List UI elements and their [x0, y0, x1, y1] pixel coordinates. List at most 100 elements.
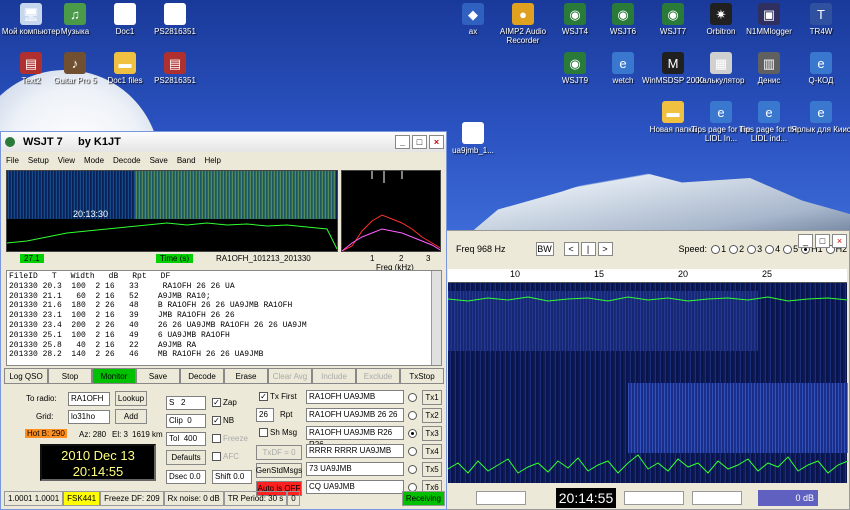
- shift-field[interactable]: Shift 0.0: [212, 470, 252, 484]
- exclude-button[interactable]: Exclude: [356, 368, 400, 384]
- log-row[interactable]: 201330 25.1 100 2 16 49 6 UA9JMB RA1OFH: [9, 331, 439, 341]
- add-button[interactable]: Add: [115, 409, 147, 424]
- folder-icon: ▬: [662, 101, 684, 123]
- tx-radio[interactable]: [408, 429, 417, 438]
- status-field: TR Period: 30 s: [223, 491, 288, 506]
- bw-button[interactable]: BW: [535, 242, 554, 256]
- txstop-button[interactable]: TxStop: [400, 368, 444, 384]
- tx-message-input[interactable]: RA1OFH UA9JMB: [306, 390, 404, 404]
- maximize-button[interactable]: □: [815, 234, 830, 248]
- minimize-button[interactable]: _: [798, 234, 813, 248]
- include-button[interactable]: Include: [312, 368, 356, 384]
- genstdmsgs-button[interactable]: GenStdMsgs: [256, 463, 302, 478]
- close-button[interactable]: ×: [832, 234, 847, 248]
- tx-button[interactable]: Tx2: [422, 408, 442, 423]
- zap-checkbox[interactable]: ✓ Zap: [212, 398, 237, 407]
- tx-button[interactable]: Tx1: [422, 390, 442, 405]
- txfirst-checkbox[interactable]: ✓ Tx First: [259, 392, 297, 401]
- menu-band[interactable]: Band: [177, 156, 196, 165]
- slider-track[interactable]: [692, 491, 742, 505]
- clear-avg-button[interactable]: Clear Avg: [268, 368, 312, 384]
- tx-button[interactable]: Tx3: [422, 426, 442, 441]
- menu-view[interactable]: View: [58, 156, 75, 165]
- spectrum-graph[interactable]: 20:13:30: [6, 170, 338, 252]
- freeze-checkbox[interactable]: Freeze: [212, 434, 248, 443]
- menu-help[interactable]: Help: [205, 156, 221, 165]
- speed-option[interactable]: 2: [729, 244, 744, 254]
- nav-next-button[interactable]: >: [597, 242, 613, 256]
- menu-mode[interactable]: Mode: [84, 156, 104, 165]
- desktop-icon[interactable]: T TR4W: [782, 3, 850, 36]
- desktop-icon[interactable]: ▦ PS2816351: [136, 3, 214, 36]
- txdf-button[interactable]: TxDF = 0: [256, 445, 302, 460]
- stop-button[interactable]: Stop: [48, 368, 92, 384]
- to-radio-input[interactable]: RA1OFH: [68, 392, 110, 406]
- menu-save[interactable]: Save: [150, 156, 168, 165]
- shmsg-checkbox[interactable]: Sh Msg: [259, 428, 297, 437]
- tx-radio[interactable]: [408, 447, 417, 456]
- freq-graph[interactable]: [341, 170, 441, 252]
- menu-decode[interactable]: Decode: [113, 156, 141, 165]
- rpt-input[interactable]: 26: [256, 408, 274, 422]
- log-row[interactable]: 201330 28.2 140 2 26 46 MB RA1OFH 26 26 …: [9, 350, 439, 360]
- log-row[interactable]: 201330 21.1 60 2 16 52 A9JMB RA10;: [9, 292, 439, 302]
- desktop-icon[interactable]: e Ярлык для Киис: [782, 101, 850, 134]
- tol-spinner[interactable]: Tol 400: [166, 432, 206, 446]
- clip-spinner[interactable]: Clip 0: [166, 414, 206, 428]
- lookup-button[interactable]: Lookup: [115, 391, 147, 406]
- slider-track[interactable]: [476, 491, 526, 505]
- menu-setup[interactable]: Setup: [28, 156, 49, 165]
- log-scrollbar[interactable]: [431, 271, 441, 365]
- maximize-button[interactable]: □: [412, 135, 427, 149]
- decoded-text-log[interactable]: FileID T Width dB Rpt DF 201330 20.3 100…: [6, 270, 442, 366]
- waterfall-display[interactable]: [448, 283, 849, 483]
- speed-option[interactable]: 1: [711, 244, 726, 254]
- tx-radio[interactable]: [408, 465, 417, 474]
- speed-radio[interactable]: [729, 244, 739, 254]
- tx-message-input[interactable]: 73 UA9JMB: [306, 462, 404, 476]
- grid-input[interactable]: lo31ho: [68, 410, 110, 424]
- tx-message-input[interactable]: RRRR RRRR UA9JMB: [306, 444, 404, 458]
- erase-button[interactable]: Erase: [224, 368, 268, 384]
- tx-message-input[interactable]: RA1OFH UA9JMB 26 26: [306, 408, 404, 422]
- afc-checkbox[interactable]: AFC: [212, 452, 239, 461]
- menu-file[interactable]: File: [6, 156, 19, 165]
- speed-radio[interactable]: [765, 244, 775, 254]
- desktop-icon[interactable]: ▤ PS2816351: [136, 52, 214, 85]
- speed-option[interactable]: 4: [765, 244, 780, 254]
- decode-button[interactable]: Decode: [180, 368, 224, 384]
- speed-radio[interactable]: [711, 244, 721, 254]
- guitar-icon: ♪: [64, 52, 86, 74]
- dsec-field[interactable]: Dsec 0.0: [166, 470, 206, 484]
- defaults-button[interactable]: Defaults: [166, 450, 206, 465]
- nav-prev-button[interactable]: <: [563, 242, 579, 256]
- log-qso-button[interactable]: Log QSO: [4, 368, 48, 384]
- log-row[interactable]: 201330 23.4 200 2 26 40 26 26 UA9JMB RA1…: [9, 321, 439, 331]
- s-spinner[interactable]: S 2: [166, 396, 206, 410]
- tx-message-input[interactable]: RA1OFH UA9JMB R26 R26: [306, 426, 404, 449]
- title-bar[interactable]: WSJT 7 by K1JT _ □ ×: [1, 132, 446, 152]
- tx-radio[interactable]: [408, 411, 417, 420]
- nb-checkbox[interactable]: ✓ NB: [212, 416, 234, 425]
- speed-option[interactable]: 3: [747, 244, 762, 254]
- log-row[interactable]: 201330 20.3 100 2 16 33 RA1OFH 26 26 UA: [9, 282, 439, 292]
- nav-mid-button[interactable]: |: [580, 242, 596, 256]
- freq-tick: 1: [370, 254, 375, 263]
- log-row[interactable]: 201330 23.1 100 2 16 39 JMB RA1OFH 26 26: [9, 311, 439, 321]
- word-doc-icon: W: [114, 3, 136, 25]
- monitor-button[interactable]: Monitor: [92, 368, 136, 384]
- music-icon: ♫: [64, 3, 86, 25]
- tx-radio[interactable]: [408, 393, 417, 402]
- minimize-button[interactable]: _: [395, 135, 410, 149]
- freq-tick: 3: [426, 254, 431, 263]
- tx-button[interactable]: Tx5: [422, 462, 442, 477]
- tx-button[interactable]: Tx4: [422, 444, 442, 459]
- speed-radio[interactable]: [747, 244, 757, 254]
- desktop-icon[interactable]: e Q-КОД: [782, 52, 850, 85]
- log-row[interactable]: 201330 21.6 180 2 26 48 B RA1OFH 26 26 U…: [9, 301, 439, 311]
- save-button[interactable]: Save: [136, 368, 180, 384]
- slider-track[interactable]: [624, 491, 684, 505]
- log-row[interactable]: 201330 25.8 40 2 16 22 A9JMB RA: [9, 341, 439, 351]
- close-button[interactable]: ×: [429, 135, 444, 149]
- speed-radio[interactable]: [783, 244, 793, 254]
